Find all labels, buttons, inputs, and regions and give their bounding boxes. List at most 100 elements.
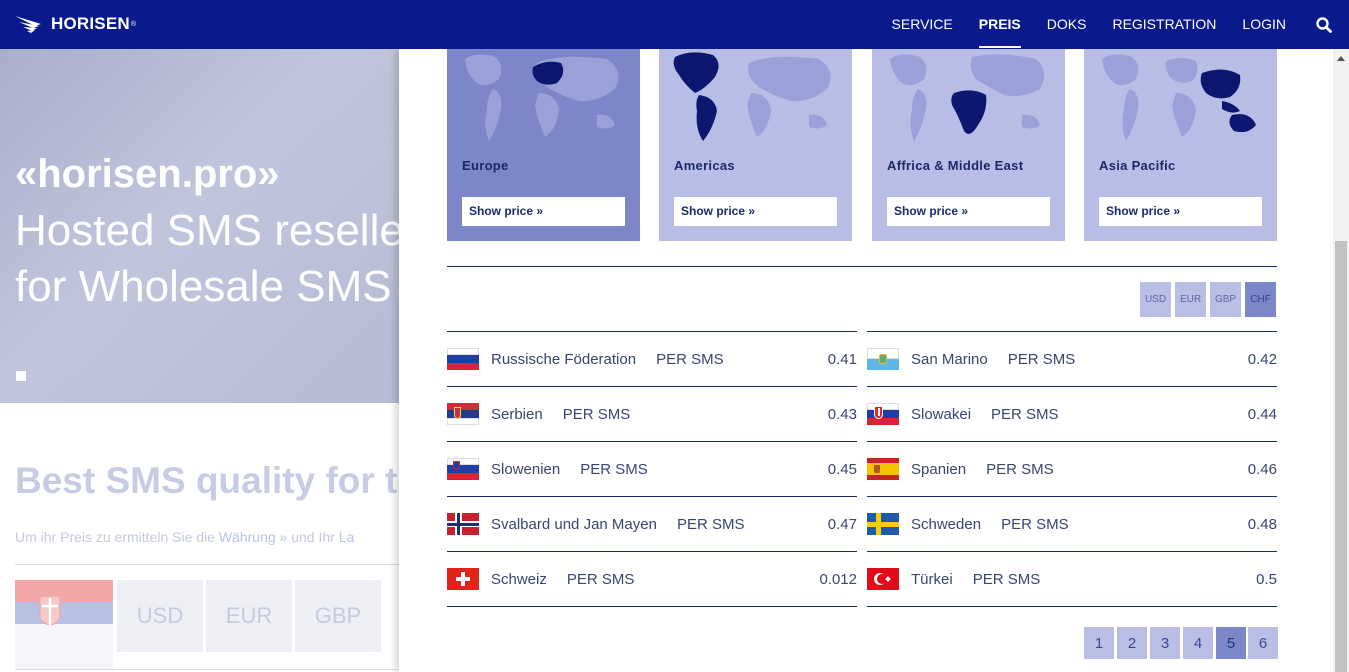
price-unit: PER SMS <box>986 460 1054 478</box>
region-card-africa-middle-east[interactable]: Affrica & Middle East Show price » <box>872 49 1065 241</box>
price-unit: PER SMS <box>1001 515 1069 533</box>
price-row: Türkei PER SMS 0.5 <box>867 551 1277 607</box>
country-name: Serbien <box>491 405 543 423</box>
scroll-up-arrow-icon[interactable] <box>1333 49 1349 67</box>
hero-title: «horisen.pro» <box>15 152 280 196</box>
nav-service[interactable]: SERVICE <box>879 0 966 49</box>
region-card-americas[interactable]: Americas Show price » <box>659 49 852 241</box>
region-name: Asia Pacific <box>1099 158 1176 173</box>
price-unit: PER SMS <box>676 515 745 533</box>
page-button-1[interactable]: 1 <box>1084 627 1114 659</box>
region-name: Americas <box>674 158 735 173</box>
search-icon <box>1316 16 1332 33</box>
bg-currency-usd[interactable]: USD <box>117 580 203 652</box>
scrollbar-thumb[interactable] <box>1335 241 1347 672</box>
price-row: Russische Föderation PER SMS 0.41 <box>447 331 857 386</box>
serbia-flag-large-icon <box>15 580 113 670</box>
intro-text: Um ihr Preis zu ermitteln Sie die Währun… <box>15 529 354 545</box>
switzerland-flag-icon <box>447 568 479 590</box>
price-value: 0.47 <box>827 515 857 533</box>
turkey-flag-icon <box>867 568 899 590</box>
trademark-symbol: ® <box>130 20 137 28</box>
divider <box>15 669 400 670</box>
price-value: 0.48 <box>1247 515 1277 533</box>
nav-preis[interactable]: PREIS <box>966 0 1034 49</box>
bg-currency-gbp[interactable]: GBP <box>295 580 381 652</box>
currency-usd-button[interactable]: USD <box>1140 282 1171 317</box>
region-name: Affrica & Middle East <box>887 158 1024 173</box>
section-heading: Best SMS quality for th <box>15 460 420 501</box>
price-value: 0.44 <box>1247 405 1277 423</box>
country-name: Schweden <box>911 515 982 533</box>
slider-dot[interactable] <box>16 371 26 381</box>
hero-subtitle-line2: for Wholesale SMS <box>15 262 392 311</box>
price-row: San Marino PER SMS 0.42 <box>867 331 1277 386</box>
page-button-5[interactable]: 5 <box>1216 627 1246 659</box>
price-value: 0.45 <box>827 460 857 478</box>
divider <box>15 564 400 565</box>
africa-map-icon <box>890 54 1045 141</box>
brand-name: HORISEN <box>51 14 130 33</box>
currency-chf-button[interactable]: CHF <box>1245 282 1276 317</box>
country-name: Schweiz <box>491 570 547 588</box>
serbia-flag-icon <box>447 403 479 425</box>
nav-registration[interactable]: REGISTRATION <box>1099 0 1229 49</box>
page-button-4[interactable]: 4 <box>1183 627 1213 659</box>
price-value: 0.42 <box>1247 350 1277 368</box>
price-unit: PER SMS <box>656 350 724 368</box>
price-row: Schweiz PER SMS 0.012 <box>447 551 857 607</box>
americas-map-icon <box>673 52 831 141</box>
price-row: Spanien PER SMS 0.46 <box>867 441 1277 496</box>
region-card-europe[interactable]: Europe Show price » <box>447 49 640 241</box>
slovakia-flag-icon <box>867 403 899 425</box>
country-name: Slowakei <box>911 405 972 423</box>
price-value: 0.46 <box>1247 460 1277 478</box>
price-unit: PER SMS <box>562 405 631 423</box>
price-value: 0.5 <box>1256 570 1277 588</box>
price-value: 0.43 <box>827 405 857 423</box>
price-row: Slowenien PER SMS 0.45 <box>447 441 857 496</box>
country-name: Russische Föderation <box>491 350 637 368</box>
russia-flag-icon <box>447 348 479 370</box>
show-price-button[interactable]: Show price » <box>674 197 837 226</box>
page-button-3[interactable]: 3 <box>1150 627 1180 659</box>
section-divider <box>447 266 1277 267</box>
main-nav: SERVICE PREIS DOKS REGISTRATION LOGIN <box>879 0 1349 49</box>
currency-gbp-button[interactable]: GBP <box>1210 282 1241 317</box>
price-row: Svalbard und Jan Mayen PER SMS 0.47 <box>447 496 857 551</box>
price-value: 0.012 <box>819 570 857 588</box>
country-name: Spanien <box>911 460 967 478</box>
horisen-wing-icon <box>15 16 41 33</box>
nav-doks[interactable]: DOKS <box>1034 0 1100 49</box>
europe-map-icon <box>465 54 619 141</box>
country-link[interactable]: La <box>339 529 355 545</box>
country-name: San Marino <box>911 350 988 368</box>
top-navbar: HORISEN ® SERVICE PREIS DOKS REGISTRATION… <box>0 0 1349 49</box>
page-button-2[interactable]: 2 <box>1117 627 1147 659</box>
region-name: Europe <box>462 158 509 173</box>
spain-flag-icon <box>867 458 899 480</box>
show-price-button[interactable]: Show price » <box>1099 197 1262 226</box>
country-name: Slowenien <box>491 460 561 478</box>
page-button-6[interactable]: 6 <box>1248 627 1278 659</box>
region-card-asia-pacific[interactable]: Asia Pacific Show price » <box>1084 49 1277 241</box>
nav-login[interactable]: LOGIN <box>1229 0 1299 49</box>
panel-scrollbar[interactable] <box>1333 49 1349 672</box>
show-price-button[interactable]: Show price » <box>462 197 625 226</box>
price-unit: PER SMS <box>566 570 635 588</box>
intro-middle: und Ihr <box>287 529 339 545</box>
san-marino-flag-icon <box>867 348 899 370</box>
price-unit: PER SMS <box>972 570 1041 588</box>
currency-eur-button[interactable]: EUR <box>1175 282 1206 317</box>
price-row: Serbien PER SMS 0.43 <box>447 386 857 441</box>
bg-currency-eur[interactable]: EUR <box>206 580 292 652</box>
currency-link[interactable]: Währung » <box>219 529 287 545</box>
price-unit: PER SMS <box>580 460 648 478</box>
price-row: Slowakei PER SMS 0.44 <box>867 386 1277 441</box>
asia-pacific-map-icon <box>1102 54 1256 141</box>
hero-banner: «horisen.pro» Hosted SMS reselle for Who… <box>0 49 400 403</box>
show-price-button[interactable]: Show price » <box>887 197 1050 226</box>
norway-flag-icon <box>447 513 479 535</box>
horisen-logo[interactable]: HORISEN ® <box>15 12 136 36</box>
search-button[interactable] <box>1299 0 1349 49</box>
